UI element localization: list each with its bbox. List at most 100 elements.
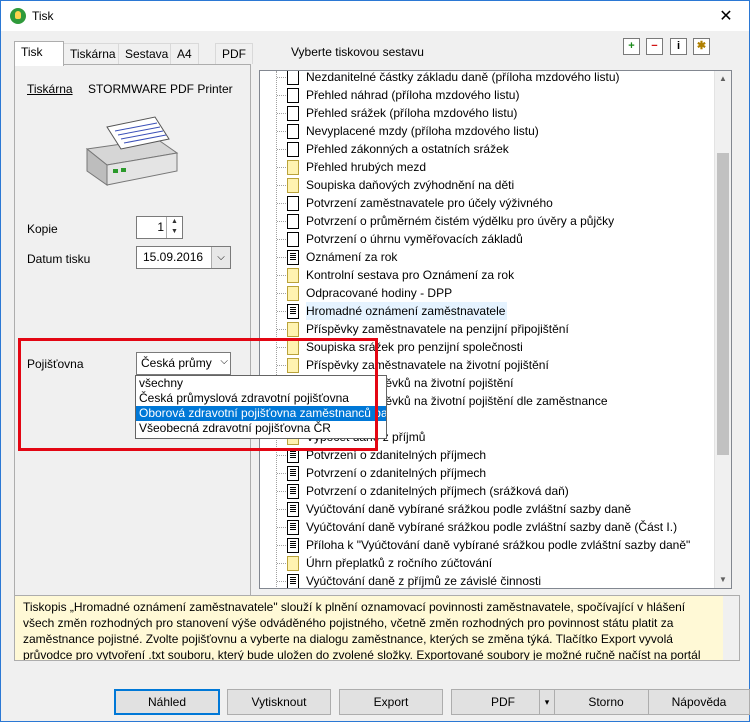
tree-item-label[interactable]: Přehled náhrad (příloha mzdového listu): [306, 86, 519, 104]
close-button[interactable]: ✕: [703, 1, 749, 31]
title-bar: Tisk ✕: [1, 1, 749, 31]
tree-item[interactable]: Příspěvky zaměstnavatele na penzijní při…: [260, 320, 715, 338]
tree-item-label[interactable]: Hromadné oznámení zaměstnavatele: [306, 302, 508, 320]
datum-label: Datum tisku: [27, 252, 91, 266]
tree-connector: [277, 95, 286, 96]
printer-label[interactable]: Tiskárna: [27, 82, 73, 96]
description-text: Tiskopis „Hromadné oznámení zaměstnavate…: [23, 600, 701, 661]
scroll-up-icon[interactable]: ▲: [715, 71, 731, 87]
datum-value[interactable]: 15.09.2016: [143, 250, 203, 264]
report-document-icon: [287, 106, 299, 121]
tree-item[interactable]: Soupiska daňových zvýhodnění na děti: [260, 176, 715, 194]
pdf-button[interactable]: PDF ▾: [451, 689, 555, 715]
tree-item-label[interactable]: Oznámení za rok: [306, 248, 397, 266]
pdf-dropdown-icon[interactable]: ▾: [539, 690, 554, 714]
spin-up-icon[interactable]: ▲: [167, 217, 182, 227]
description-scrollbar[interactable]: [723, 596, 739, 660]
chevron-down-icon[interactable]: ⌵: [211, 247, 230, 268]
tree-item-label[interactable]: Přehled hrubých mezd: [306, 158, 426, 176]
printer-name: STORMWARE PDF Printer: [88, 82, 233, 96]
report-document-icon: [287, 71, 299, 85]
tree-item[interactable]: Nevyplacené mzdy (příloha mzdového listu…: [260, 122, 715, 140]
tree-connector: [277, 149, 286, 150]
tree-item[interactable]: Přehled srážek (příloha mzdového listu): [260, 104, 715, 122]
tree-item-label[interactable]: Nezdanitelné částky základu daně (příloh…: [306, 71, 620, 86]
tree-item-label[interactable]: Odpracované hodiny - DPP: [306, 284, 452, 302]
tree-connector: [277, 509, 286, 510]
preview-button[interactable]: Náhled: [114, 689, 220, 715]
tree-item[interactable]: Vyúčtování daně vybírané srážkou podle z…: [260, 500, 715, 518]
tree-item[interactable]: Potvrzení zaměstnavatele pro účely výživ…: [260, 194, 715, 212]
tree-item-label[interactable]: Potvrzení o průměrném čistém výdělku pro…: [306, 212, 614, 230]
scroll-thumb[interactable]: [717, 153, 729, 455]
tree-item-label[interactable]: Soupiska daňových zvýhodnění na děti: [306, 176, 514, 194]
highlight-rectangle: [18, 338, 378, 451]
tree-item-label[interactable]: Kontrolní sestava pro Oznámení za rok: [306, 266, 514, 284]
tree-item[interactable]: Potvrzení o průměrném čistém výdělku pro…: [260, 212, 715, 230]
tab-tiskarna[interactable]: Tiskárna: [63, 43, 123, 64]
tree-item[interactable]: Hromadné oznámení zaměstnavatele: [260, 302, 715, 320]
tree-item[interactable]: Úhrn přeplatků z ročního zúčtování: [260, 554, 715, 572]
tree-item[interactable]: Potvrzení o úhrnu vyměřovacích základů: [260, 230, 715, 248]
tree-item[interactable]: Příloha k "Vyúčtování daně vybírané sráž…: [260, 536, 715, 554]
kopie-stepper[interactable]: 1 ▲ ▼: [136, 216, 183, 239]
datum-field[interactable]: 15.09.2016 ⌵: [136, 246, 231, 269]
report-toolbar: + − i ✱: [623, 38, 713, 56]
report-folder-icon: [287, 268, 299, 283]
tab-sestava[interactable]: Sestava: [118, 43, 176, 64]
tree-item[interactable]: Přehled hrubých mezd: [260, 158, 715, 176]
info-icon[interactable]: i: [670, 38, 687, 55]
report-tree: Nezdanitelné částky základu daně (příloh…: [259, 70, 732, 589]
remove-icon[interactable]: −: [646, 38, 663, 55]
tree-item[interactable]: Přehled náhrad (příloha mzdového listu): [260, 86, 715, 104]
tree-scrollbar[interactable]: ▲ ▼: [714, 71, 731, 588]
tree-item[interactable]: Vyúčtování daně z příjmů ze závislé činn…: [260, 572, 715, 588]
tree-connector: [277, 185, 286, 186]
kopie-spin-buttons[interactable]: ▲ ▼: [166, 217, 182, 238]
tree-connector: [277, 545, 286, 546]
tree-item-label[interactable]: Přehled srážek (příloha mzdového listu): [306, 104, 517, 122]
help-button[interactable]: Nápověda: [648, 689, 750, 715]
tree-item[interactable]: Oznámení za rok: [260, 248, 715, 266]
pdf-label[interactable]: PDF: [491, 695, 515, 709]
tree-item[interactable]: Vyúčtování daně vybírané srážkou podle z…: [260, 518, 715, 536]
report-folder-icon: [287, 556, 299, 571]
tree-item[interactable]: Odpracované hodiny - DPP: [260, 284, 715, 302]
tree-item-label[interactable]: Přehled zákonných a ostatních srážek: [306, 140, 509, 158]
report-document-icon: [287, 124, 299, 139]
print-button[interactable]: Vytisknout: [227, 689, 331, 715]
add-icon[interactable]: +: [623, 38, 640, 55]
tree-item[interactable]: Potvrzení o zdanitelných příjmech: [260, 464, 715, 482]
spin-down-icon[interactable]: ▼: [167, 227, 182, 237]
tree-item-label[interactable]: Potvrzení o zdanitelných příjmech: [306, 464, 486, 482]
tree-item-label[interactable]: Příloha k "Vyúčtování daně vybírané sráž…: [306, 536, 690, 554]
tree-item-label[interactable]: Vyúčtování daně z příjmů ze závislé činn…: [306, 572, 541, 588]
report-document-icon: [287, 502, 299, 517]
tab-tisk[interactable]: Tisk: [14, 41, 64, 66]
print-dialog: Tisk ✕ Tisk Tiskárna Sestava A4 PDF Vybe…: [0, 0, 750, 722]
tree-item[interactable]: Nezdanitelné částky základu daně (příloh…: [260, 71, 715, 86]
report-document-icon: [287, 196, 299, 211]
tree-item-label[interactable]: Potvrzení o zdanitelných příjmech (srážk…: [306, 482, 569, 500]
tree-item-label[interactable]: Úhrn přeplatků z ročního zúčtování: [306, 554, 492, 572]
settings-icon[interactable]: ✱: [693, 38, 710, 55]
print-settings-panel: Tiskárna STORMWARE PDF Printer Kopie 1 ▲…: [14, 64, 251, 598]
tab-a4[interactable]: A4: [170, 43, 199, 64]
tree-item-label[interactable]: Potvrzení o úhrnu vyměřovacích základů: [306, 230, 523, 248]
tree-item[interactable]: Přehled zákonných a ostatních srážek: [260, 140, 715, 158]
tree-item-label[interactable]: Vyúčtování daně vybírané srážkou podle z…: [306, 500, 631, 518]
tree-connector: [277, 221, 286, 222]
report-document-icon: [287, 574, 299, 588]
tree-item-label[interactable]: Nevyplacené mzdy (příloha mzdového listu…: [306, 122, 539, 140]
export-button[interactable]: Export: [339, 689, 443, 715]
tree-item[interactable]: Kontrolní sestava pro Oznámení za rok: [260, 266, 715, 284]
scroll-down-icon[interactable]: ▼: [715, 572, 731, 588]
kopie-value[interactable]: 1: [157, 220, 164, 234]
tree-item[interactable]: Potvrzení o zdanitelných příjmech (srážk…: [260, 482, 715, 500]
tree-item-label[interactable]: Vyúčtování daně vybírané srážkou podle z…: [306, 518, 677, 536]
tree-item-label[interactable]: Příspěvky zaměstnavatele na penzijní při…: [306, 320, 569, 338]
report-document-icon: [287, 304, 299, 319]
tree-item-label[interactable]: Potvrzení zaměstnavatele pro účely výživ…: [306, 194, 553, 212]
tab-pdf[interactable]: PDF: [215, 43, 253, 64]
cancel-button[interactable]: Storno: [554, 689, 658, 715]
